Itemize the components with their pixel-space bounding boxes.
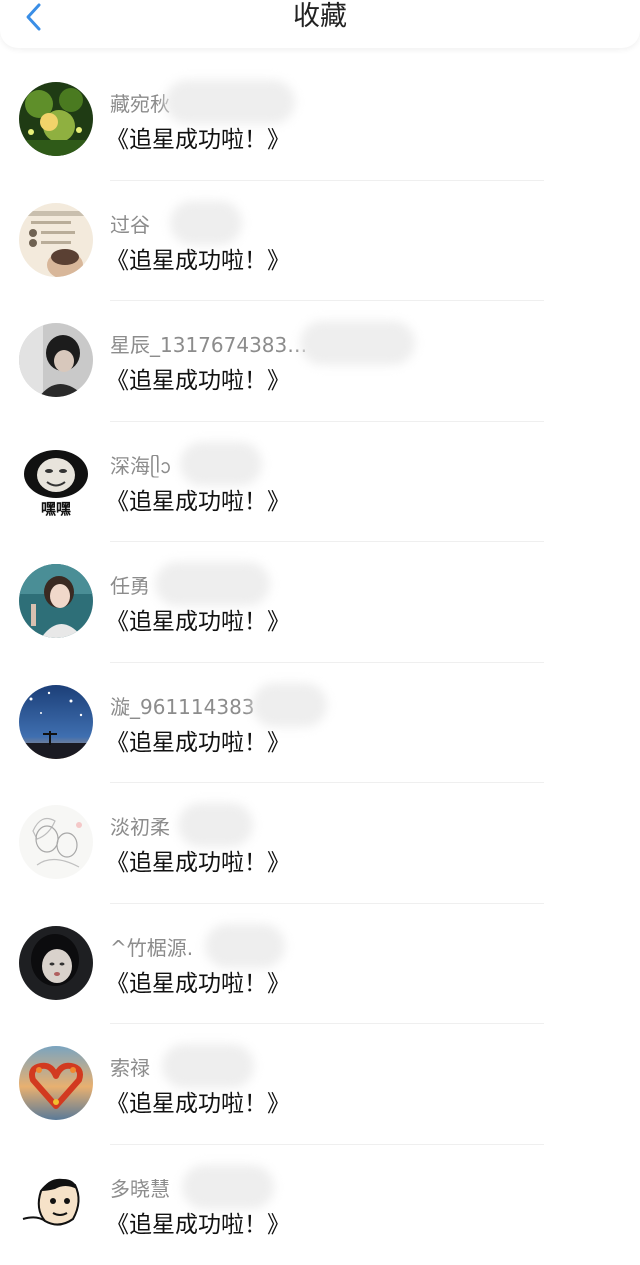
- redacted-blur: [205, 924, 285, 968]
- user-name: 索禄: [110, 1052, 150, 1081]
- favorite-title: 《追星成功啦！》: [106, 723, 290, 757]
- redacted-blur: [300, 321, 415, 365]
- favorite-title: 《追星成功啦！》: [106, 482, 290, 516]
- user-name: 藏宛秋: [110, 88, 170, 117]
- redacted-blur: [162, 1044, 254, 1088]
- avatar[interactable]: [19, 82, 93, 156]
- page-title: 收藏: [0, 0, 640, 34]
- avatar[interactable]: [19, 685, 93, 759]
- favorite-title: 《追星成功啦！》: [106, 964, 290, 998]
- list-item[interactable]: 任勇 《追星成功啦！》: [0, 542, 640, 663]
- redacted-blur: [182, 1165, 274, 1209]
- avatar-caption: 嘿嘿: [41, 500, 71, 518]
- user-name: 任勇: [110, 570, 150, 599]
- user-name: 漩_961114383: [110, 691, 255, 720]
- list-item[interactable]: 过谷 《追星成功啦！》: [0, 181, 640, 302]
- avatar[interactable]: 嘿嘿: [19, 444, 93, 518]
- redacted-blur: [180, 442, 262, 486]
- avatar[interactable]: [19, 805, 93, 879]
- avatar[interactable]: [19, 1167, 93, 1241]
- list-item[interactable]: 多晓慧 《追星成功啦！》: [0, 1145, 640, 1265]
- list-item[interactable]: 嘿嘿 深海ᥫᩣ 《追星成功啦！》: [0, 422, 640, 543]
- user-name: ^竹椐源.: [110, 932, 193, 961]
- favorite-title: 《追星成功啦！》: [106, 1084, 290, 1118]
- avatar[interactable]: [19, 323, 93, 397]
- user-name: 多晓慧: [110, 1173, 170, 1202]
- avatar[interactable]: [19, 1046, 93, 1120]
- favorite-title: 《追星成功啦！》: [106, 120, 290, 154]
- redacted-blur: [170, 201, 242, 245]
- user-name: 过谷: [110, 209, 150, 238]
- avatar[interactable]: [19, 203, 93, 277]
- favorites-list: 藏宛秋 《追星成功啦！》 过谷 《追星成功啦！》: [0, 60, 640, 1265]
- avatar[interactable]: [19, 564, 93, 638]
- avatar[interactable]: [19, 926, 93, 1000]
- list-item[interactable]: ^竹椐源. 《追星成功啦！》: [0, 904, 640, 1025]
- list-item[interactable]: 索禄 《追星成功啦！》: [0, 1024, 640, 1145]
- favorite-title: 《追星成功啦！》: [106, 843, 290, 877]
- list-item[interactable]: 漩_961114383 《追星成功啦！》: [0, 663, 640, 784]
- redacted-blur: [178, 803, 253, 847]
- user-name: 深海ᥫᩣ: [110, 450, 171, 484]
- redacted-blur: [155, 562, 270, 606]
- favorite-title: 《追星成功啦！》: [106, 361, 290, 395]
- list-item[interactable]: 藏宛秋 《追星成功啦！》: [0, 60, 640, 181]
- top-bar: 收藏: [0, 0, 640, 48]
- favorite-title: 《追星成功啦！》: [106, 241, 290, 275]
- list-item[interactable]: 淡初柔 《追星成功啦！》: [0, 783, 640, 904]
- favorite-title: 《追星成功啦！》: [106, 602, 290, 636]
- redacted-blur: [165, 80, 295, 124]
- list-item[interactable]: 星辰_1317674383… 《追星成功啦！》: [0, 301, 640, 422]
- user-name: 星辰_1317674383…: [110, 329, 307, 358]
- user-name: 淡初柔: [110, 811, 170, 840]
- redacted-blur: [252, 683, 327, 727]
- favorite-title: 《追星成功啦！》: [106, 1205, 290, 1239]
